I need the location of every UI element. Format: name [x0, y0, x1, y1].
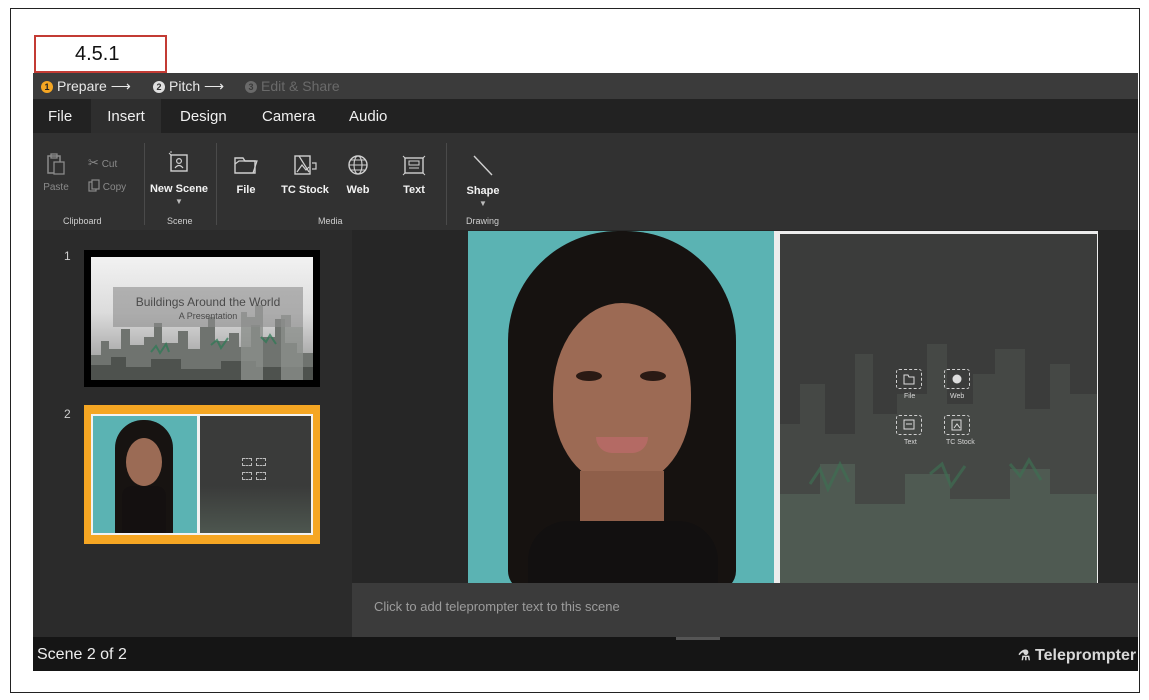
media-placeholder-area: File Web Text TC Stock: [780, 234, 1097, 584]
figure-label: 4.5.1: [34, 35, 167, 73]
presenter-eye: [576, 371, 602, 381]
step-edit-share: 3 Edit & Share: [245, 73, 340, 99]
paste-label: Paste: [43, 182, 69, 193]
scene-number: 2: [64, 407, 71, 421]
insert-tc-stock-button[interactable]: TC Stock: [280, 153, 330, 196]
text-box-icon: [402, 155, 426, 176]
menu-insert[interactable]: Insert: [91, 99, 161, 133]
group-label-scene: Scene: [167, 216, 193, 226]
scene-2-person-image: [93, 416, 197, 533]
step-edit-share-label: Edit & Share: [261, 78, 340, 94]
chevron-down-icon: ▼: [175, 197, 183, 206]
new-scene-label: New Scene: [149, 183, 209, 195]
group-label-media: Media: [318, 216, 343, 226]
step-prepare-label: Prepare ⟶: [57, 78, 131, 94]
scene-preview: File Web Text TC Stock: [468, 231, 1098, 584]
scene-thumbnail-2[interactable]: [84, 405, 320, 544]
presenter-mouth: [596, 437, 648, 453]
copy-icon: [88, 179, 100, 192]
insert-web-label: Web: [346, 184, 370, 196]
scene-list-panel: 1 Buildings Around the World A Presentat…: [33, 230, 352, 637]
insert-shape-button[interactable]: Shape ▼: [463, 153, 503, 208]
scene-2-placeholder-area: [200, 416, 311, 533]
insert-file-label: File: [236, 184, 256, 196]
new-scene-button[interactable]: New Scene ▼: [148, 151, 210, 206]
copy-button[interactable]: Copy: [88, 179, 126, 193]
insert-shape-label: Shape: [466, 185, 500, 197]
city-skyline-background: [780, 344, 1097, 584]
scene-canvas[interactable]: File Web Text TC Stock: [352, 230, 1138, 584]
teleprompter-label: Teleprompter: [1035, 647, 1137, 664]
step-number-1: 1: [41, 81, 53, 93]
scene-thumbnail-1[interactable]: Buildings Around the World A Presentatio…: [84, 250, 320, 387]
placeholder-file-label: File: [904, 393, 916, 400]
insert-tc-stock-placeholder[interactable]: [944, 415, 970, 435]
paste-icon: [47, 153, 65, 175]
stock-image-icon: [951, 419, 962, 431]
step-pitch-label: Pitch ⟶: [169, 78, 225, 94]
new-scene-icon: [168, 151, 188, 172]
placeholder-tc-stock-label: TC Stock: [946, 439, 975, 446]
chevron-down-icon: ▼: [479, 199, 487, 208]
cut-button[interactable]: ✂ Cut: [88, 155, 117, 171]
teleprompter-text-input[interactable]: Click to add teleprompter text to this s…: [352, 583, 1138, 637]
ribbon-separator: [144, 143, 145, 225]
menu-camera[interactable]: Camera: [262, 99, 315, 133]
presenter-video-frame: [468, 231, 774, 584]
group-label-clipboard: Clipboard: [63, 216, 102, 226]
menu-design[interactable]: Design: [180, 99, 227, 133]
text-box-icon: [903, 419, 915, 430]
scroll-handle[interactable]: [676, 637, 720, 640]
menu-file[interactable]: File: [48, 99, 72, 133]
placeholder-text-label: Text: [904, 439, 917, 446]
folder-icon: [903, 374, 915, 385]
app-window: 1 Prepare ⟶ 2 Pitch ⟶ 3 Edit & Share File I…: [33, 73, 1138, 671]
presenter-eye: [640, 371, 666, 381]
insert-text-label: Text: [403, 184, 425, 196]
menu-audio[interactable]: Audio: [349, 99, 387, 133]
scissors-icon: ✂: [88, 155, 99, 170]
wizard-steps: 1 Prepare ⟶ 2 Pitch ⟶ 3 Edit & Share: [33, 73, 1138, 99]
group-label-drawing: Drawing: [466, 216, 500, 226]
ribbon-separator: [216, 143, 217, 225]
scene-counter: Scene 2 of 2: [37, 646, 127, 663]
insert-text-button[interactable]: Text: [397, 153, 431, 196]
menu-bar: File Insert Design Camera Audio: [33, 99, 1138, 133]
step-number-3: 3: [245, 81, 257, 93]
presenter-face: [553, 303, 691, 485]
copy-label: Copy: [102, 182, 127, 193]
presenter-shirt: [528, 521, 718, 584]
teleprompter-toggle[interactable]: ⚗ Teleprompter: [1018, 637, 1136, 671]
insert-web-placeholder[interactable]: [944, 369, 970, 389]
globe-icon: [952, 374, 962, 384]
step-pitch[interactable]: 2 Pitch ⟶: [153, 73, 224, 99]
status-bar: Scene 2 of 2 ⚗ Teleprompter: [33, 637, 1138, 671]
insert-text-placeholder[interactable]: [896, 415, 922, 435]
scene-1-title: Buildings Around the World: [135, 295, 281, 309]
scene-2-image: [91, 414, 313, 535]
ribbon-separator: [446, 143, 447, 225]
insert-file-button[interactable]: File: [231, 153, 261, 196]
step-prepare[interactable]: 1 Prepare ⟶: [41, 73, 131, 99]
insert-tc-stock-label: TC Stock: [281, 184, 329, 196]
placeholder-web-label: Web: [950, 393, 965, 400]
insert-file-placeholder[interactable]: [896, 369, 922, 389]
step-number-2: 2: [153, 81, 165, 93]
ribbon-toolbar: Paste ✂ Cut Copy Clipboard New Scene ▼ S…: [33, 133, 1138, 230]
globe-icon: [348, 155, 368, 175]
paste-button[interactable]: Paste: [41, 153, 71, 193]
scene-number: 1: [64, 249, 71, 263]
stock-image-icon: [294, 155, 317, 175]
scene-1-subtitle: A Presentation: [178, 311, 238, 321]
cut-label: Cut: [101, 159, 118, 170]
insert-web-button[interactable]: Web: [341, 153, 375, 196]
teleprompter-icon: ⚗: [1018, 647, 1031, 663]
scene-1-image: Buildings Around the World A Presentatio…: [91, 257, 313, 380]
scene-1-title-panel: Buildings Around the World A Presentatio…: [113, 287, 303, 327]
folder-icon: [234, 157, 258, 174]
line-shape-icon: [473, 155, 493, 176]
